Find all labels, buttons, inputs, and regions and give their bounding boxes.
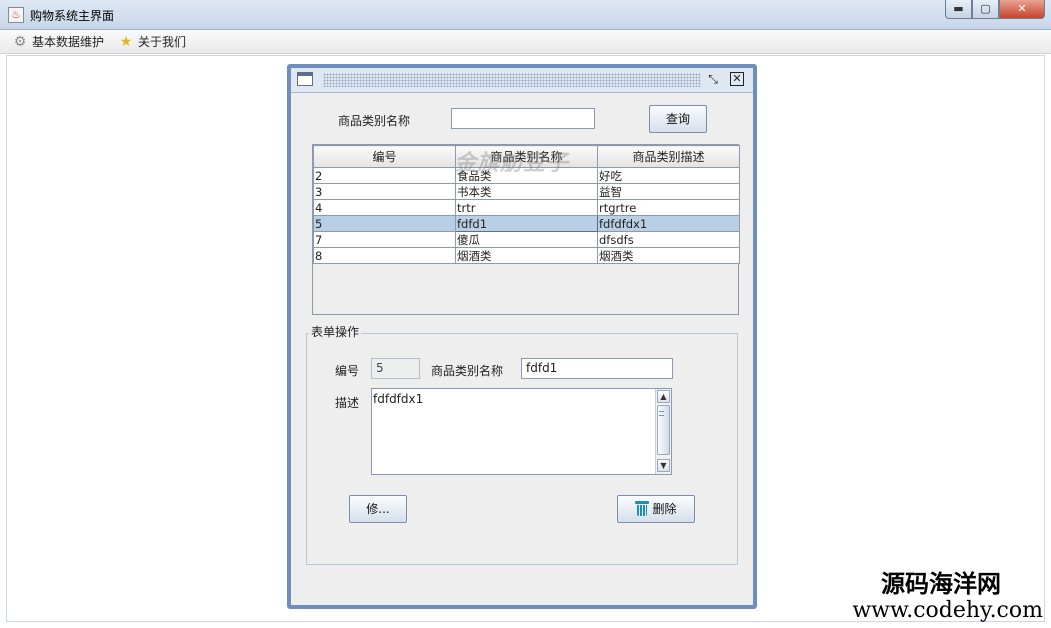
cell-desc: 益智 — [597, 183, 740, 200]
cell-name: trtr — [455, 199, 598, 216]
cell-id: 4 — [313, 199, 456, 216]
frame-titlebar[interactable]: ⤡ ✕ — [291, 68, 753, 93]
frame-close-icon[interactable]: ✕ — [730, 72, 744, 86]
search-name-label: 商品类别名称 — [338, 114, 411, 128]
window-titlebar[interactable]: ♨ 购物系统主界面 ▬ ▢ ✕ — [0, 0, 1051, 30]
cell-desc: 好吃 — [597, 167, 740, 184]
cell-desc: rtgrtre — [597, 199, 740, 216]
table-header-row: 编号 商品类别名称 商品类别描述 — [313, 145, 740, 168]
cell-id: 2 — [313, 167, 456, 184]
modify-button[interactable]: 修... — [349, 495, 407, 523]
star-icon: ★ — [119, 33, 133, 50]
search-button[interactable]: 查询 — [649, 105, 707, 133]
menu-basic-data[interactable]: ⚙ 基本数据维护 — [12, 33, 104, 50]
cell-name: 食品类 — [455, 167, 598, 184]
cell-name: 傻瓜 — [455, 231, 598, 248]
close-button[interactable]: ✕ — [999, 0, 1045, 19]
description-text: fdfdfdx1 — [373, 392, 424, 406]
table-row[interactable]: 4 trtr rtgrtre — [313, 199, 740, 216]
delete-button[interactable]: 删除 — [617, 495, 695, 523]
table-row-selected[interactable]: 5 fdfd1 fdfdfdx1 — [313, 215, 740, 232]
table-row[interactable]: 3 书本类 益智 — [313, 183, 740, 200]
menubar: ⚙ 基本数据维护 ★ 关于我们 — [0, 30, 1051, 54]
minimize-button[interactable]: ▬ — [945, 0, 972, 19]
category-name-label: 商品类别名称 — [431, 364, 504, 378]
cell-id: 5 — [313, 215, 456, 232]
category-name-field[interactable]: fdfd1 — [521, 358, 673, 379]
cell-desc: 烟酒类 — [597, 247, 740, 264]
cell-desc: fdfdfdx1 — [597, 215, 740, 232]
form-group-title: 表单操作 — [309, 323, 362, 340]
table-row[interactable]: 8 烟酒类 烟酒类 — [313, 247, 740, 264]
category-management-frame: ⤡ ✕ 商品类别名称 查询 编号 商品类别名称 商品类别描述 2 食品类 好吃 — [287, 64, 757, 609]
table-row[interactable]: 7 傻瓜 dfsdfs — [313, 231, 740, 248]
search-name-input[interactable] — [451, 108, 595, 129]
cell-id: 7 — [313, 231, 456, 248]
site-watermark-url: www.codehy.com — [852, 598, 1043, 623]
id-label: 编号 — [335, 364, 360, 378]
menu-basic-data-label: 基本数据维护 — [32, 35, 105, 49]
frame-window-icon — [297, 72, 313, 86]
trash-icon — [635, 500, 650, 516]
cell-name: 烟酒类 — [455, 247, 598, 264]
maximize-button[interactable]: ▢ — [972, 0, 999, 19]
delete-button-label: 删除 — [652, 502, 677, 516]
scroll-grip-icon — [659, 411, 664, 416]
column-header-desc[interactable]: 商品类别描述 — [597, 145, 740, 168]
java-app-icon: ♨ — [8, 7, 24, 23]
site-watermark: 源码海洋网 www.codehy.com — [852, 570, 1043, 624]
menu-about-us[interactable]: ★ 关于我们 — [118, 33, 186, 50]
frame-restore-icon[interactable]: ⤡ — [705, 71, 721, 87]
scroll-up-icon[interactable]: ▲ — [657, 390, 670, 403]
description-scrollbar[interactable]: ▲ ▼ — [655, 389, 671, 474]
gear-icon: ⚙ — [13, 33, 27, 50]
table-row[interactable]: 2 食品类 好吃 — [313, 167, 740, 184]
column-header-name[interactable]: 商品类别名称 — [455, 145, 598, 168]
window-title: 购物系统主界面 — [30, 9, 115, 23]
cell-name: fdfd1 — [455, 215, 598, 232]
cell-id: 8 — [313, 247, 456, 264]
description-label: 描述 — [335, 396, 360, 410]
cell-id: 3 — [313, 183, 456, 200]
window-controls: ▬ ▢ ✕ — [945, 0, 1045, 20]
frame-title-grip[interactable] — [323, 73, 701, 87]
column-header-id[interactable]: 编号 — [313, 145, 456, 168]
cell-name: 书本类 — [455, 183, 598, 200]
description-textarea[interactable]: fdfdfdx1 ▲ ▼ — [371, 388, 672, 475]
scroll-down-icon[interactable]: ▼ — [657, 459, 670, 472]
id-field: 5 — [371, 358, 420, 379]
menu-about-us-label: 关于我们 — [138, 35, 187, 49]
cell-desc: dfsdfs — [597, 231, 740, 248]
category-table[interactable]: 编号 商品类别名称 商品类别描述 2 食品类 好吃 3 书本类 益智 4 trt… — [312, 144, 740, 315]
site-watermark-name: 源码海洋网 — [881, 569, 1001, 598]
